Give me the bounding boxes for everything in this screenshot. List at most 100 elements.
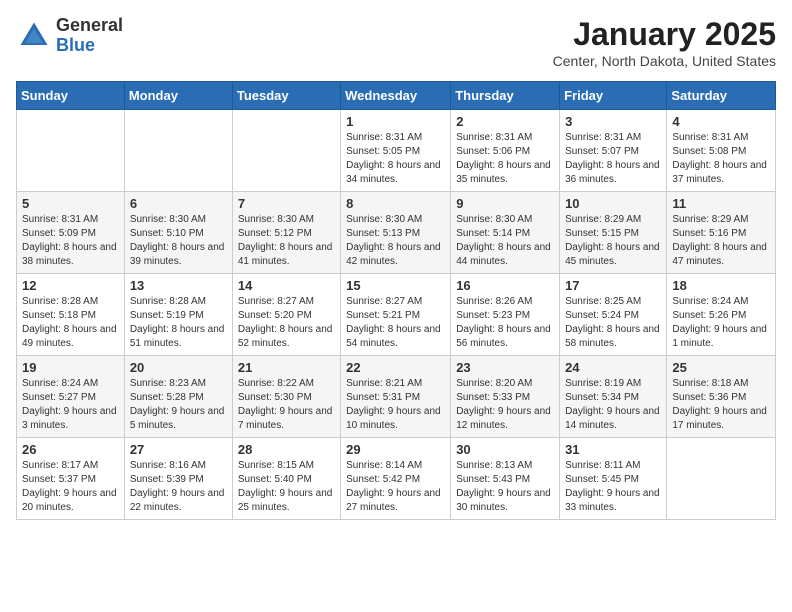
calendar-cell <box>232 110 340 192</box>
sunrise-text: Sunrise: 8:30 AM <box>346 214 422 225</box>
daylight-text: Daylight: 8 hours and 37 minutes. <box>672 160 767 185</box>
day-number: 9 <box>456 196 554 211</box>
daylight-text: Daylight: 8 hours and 42 minutes. <box>346 242 441 267</box>
page-header: General Blue January 2025 Center, North … <box>16 16 776 69</box>
calendar-week-row: 19 Sunrise: 8:24 AM Sunset: 5:27 PM Dayl… <box>17 356 776 438</box>
sunrise-text: Sunrise: 8:31 AM <box>22 214 98 225</box>
sunrise-text: Sunrise: 8:30 AM <box>456 214 532 225</box>
weekday-header: Wednesday <box>341 82 451 110</box>
calendar-cell: 4 Sunrise: 8:31 AM Sunset: 5:08 PM Dayli… <box>667 110 776 192</box>
calendar-cell: 15 Sunrise: 8:27 AM Sunset: 5:21 PM Dayl… <box>341 274 451 356</box>
daylight-text: Daylight: 8 hours and 54 minutes. <box>346 324 441 349</box>
day-number: 11 <box>672 196 770 211</box>
calendar-header-row: SundayMondayTuesdayWednesdayThursdayFrid… <box>17 82 776 110</box>
day-number: 12 <box>22 278 119 293</box>
calendar-cell: 27 Sunrise: 8:16 AM Sunset: 5:39 PM Dayl… <box>124 438 232 520</box>
weekday-header: Monday <box>124 82 232 110</box>
day-number: 29 <box>346 442 445 457</box>
daylight-text: Daylight: 8 hours and 38 minutes. <box>22 242 117 267</box>
calendar-cell <box>667 438 776 520</box>
sunset-text: Sunset: 5:08 PM <box>672 146 746 157</box>
day-info: Sunrise: 8:22 AM Sunset: 5:30 PM Dayligh… <box>238 377 335 433</box>
calendar-week-row: 1 Sunrise: 8:31 AM Sunset: 5:05 PM Dayli… <box>17 110 776 192</box>
day-number: 26 <box>22 442 119 457</box>
daylight-text: Daylight: 8 hours and 36 minutes. <box>565 160 660 185</box>
sunset-text: Sunset: 5:15 PM <box>565 228 639 239</box>
day-info: Sunrise: 8:30 AM Sunset: 5:14 PM Dayligh… <box>456 213 554 269</box>
logo: General Blue <box>16 16 123 56</box>
day-number: 13 <box>130 278 227 293</box>
sunrise-text: Sunrise: 8:13 AM <box>456 460 532 471</box>
sunrise-text: Sunrise: 8:21 AM <box>346 378 422 389</box>
day-info: Sunrise: 8:27 AM Sunset: 5:21 PM Dayligh… <box>346 295 445 351</box>
day-info: Sunrise: 8:28 AM Sunset: 5:19 PM Dayligh… <box>130 295 227 351</box>
sunset-text: Sunset: 5:37 PM <box>22 474 96 485</box>
sunset-text: Sunset: 5:23 PM <box>456 310 530 321</box>
weekday-header: Thursday <box>451 82 560 110</box>
calendar-cell: 9 Sunrise: 8:30 AM Sunset: 5:14 PM Dayli… <box>451 192 560 274</box>
calendar-cell: 19 Sunrise: 8:24 AM Sunset: 5:27 PM Dayl… <box>17 356 125 438</box>
daylight-text: Daylight: 9 hours and 22 minutes. <box>130 488 225 513</box>
daylight-text: Daylight: 8 hours and 34 minutes. <box>346 160 441 185</box>
daylight-text: Daylight: 8 hours and 52 minutes. <box>238 324 333 349</box>
daylight-text: Daylight: 8 hours and 41 minutes. <box>238 242 333 267</box>
day-number: 25 <box>672 360 770 375</box>
calendar-cell: 28 Sunrise: 8:15 AM Sunset: 5:40 PM Dayl… <box>232 438 340 520</box>
daylight-text: Daylight: 8 hours and 56 minutes. <box>456 324 551 349</box>
calendar-cell: 18 Sunrise: 8:24 AM Sunset: 5:26 PM Dayl… <box>667 274 776 356</box>
calendar-cell: 29 Sunrise: 8:14 AM Sunset: 5:42 PM Dayl… <box>341 438 451 520</box>
sunrise-text: Sunrise: 8:25 AM <box>565 296 641 307</box>
daylight-text: Daylight: 9 hours and 17 minutes. <box>672 406 767 431</box>
sunset-text: Sunset: 5:39 PM <box>130 474 204 485</box>
day-info: Sunrise: 8:11 AM Sunset: 5:45 PM Dayligh… <box>565 459 661 515</box>
day-number: 18 <box>672 278 770 293</box>
sunset-text: Sunset: 5:43 PM <box>456 474 530 485</box>
day-number: 19 <box>22 360 119 375</box>
sunrise-text: Sunrise: 8:15 AM <box>238 460 314 471</box>
day-number: 17 <box>565 278 661 293</box>
day-info: Sunrise: 8:16 AM Sunset: 5:39 PM Dayligh… <box>130 459 227 515</box>
day-info: Sunrise: 8:24 AM Sunset: 5:27 PM Dayligh… <box>22 377 119 433</box>
day-number: 3 <box>565 114 661 129</box>
daylight-text: Daylight: 8 hours and 45 minutes. <box>565 242 660 267</box>
daylight-text: Daylight: 9 hours and 27 minutes. <box>346 488 441 513</box>
weekday-header: Sunday <box>17 82 125 110</box>
sunset-text: Sunset: 5:09 PM <box>22 228 96 239</box>
daylight-text: Daylight: 9 hours and 25 minutes. <box>238 488 333 513</box>
logo-blue: Blue <box>56 36 123 56</box>
calendar-cell: 23 Sunrise: 8:20 AM Sunset: 5:33 PM Dayl… <box>451 356 560 438</box>
calendar-cell: 11 Sunrise: 8:29 AM Sunset: 5:16 PM Dayl… <box>667 192 776 274</box>
location: Center, North Dakota, United States <box>553 53 776 69</box>
title-block: January 2025 Center, North Dakota, Unite… <box>553 16 776 69</box>
daylight-text: Daylight: 9 hours and 1 minute. <box>672 324 767 349</box>
day-number: 2 <box>456 114 554 129</box>
calendar-cell: 5 Sunrise: 8:31 AM Sunset: 5:09 PM Dayli… <box>17 192 125 274</box>
day-info: Sunrise: 8:19 AM Sunset: 5:34 PM Dayligh… <box>565 377 661 433</box>
sunrise-text: Sunrise: 8:27 AM <box>346 296 422 307</box>
day-number: 10 <box>565 196 661 211</box>
sunrise-text: Sunrise: 8:28 AM <box>130 296 206 307</box>
calendar-table: SundayMondayTuesdayWednesdayThursdayFrid… <box>16 81 776 520</box>
day-number: 15 <box>346 278 445 293</box>
calendar-cell: 1 Sunrise: 8:31 AM Sunset: 5:05 PM Dayli… <box>341 110 451 192</box>
sunset-text: Sunset: 5:12 PM <box>238 228 312 239</box>
calendar-cell: 2 Sunrise: 8:31 AM Sunset: 5:06 PM Dayli… <box>451 110 560 192</box>
day-info: Sunrise: 8:28 AM Sunset: 5:18 PM Dayligh… <box>22 295 119 351</box>
calendar-cell: 31 Sunrise: 8:11 AM Sunset: 5:45 PM Dayl… <box>560 438 667 520</box>
day-number: 30 <box>456 442 554 457</box>
daylight-text: Daylight: 8 hours and 51 minutes. <box>130 324 225 349</box>
daylight-text: Daylight: 9 hours and 10 minutes. <box>346 406 441 431</box>
sunrise-text: Sunrise: 8:27 AM <box>238 296 314 307</box>
daylight-text: Daylight: 8 hours and 49 minutes. <box>22 324 117 349</box>
weekday-header: Friday <box>560 82 667 110</box>
sunset-text: Sunset: 5:45 PM <box>565 474 639 485</box>
daylight-text: Daylight: 8 hours and 39 minutes. <box>130 242 225 267</box>
calendar-cell <box>17 110 125 192</box>
calendar-cell: 26 Sunrise: 8:17 AM Sunset: 5:37 PM Dayl… <box>17 438 125 520</box>
daylight-text: Daylight: 9 hours and 7 minutes. <box>238 406 333 431</box>
sunrise-text: Sunrise: 8:31 AM <box>346 132 422 143</box>
sunrise-text: Sunrise: 8:22 AM <box>238 378 314 389</box>
sunrise-text: Sunrise: 8:26 AM <box>456 296 532 307</box>
month-title: January 2025 <box>553 16 776 53</box>
day-info: Sunrise: 8:29 AM Sunset: 5:15 PM Dayligh… <box>565 213 661 269</box>
